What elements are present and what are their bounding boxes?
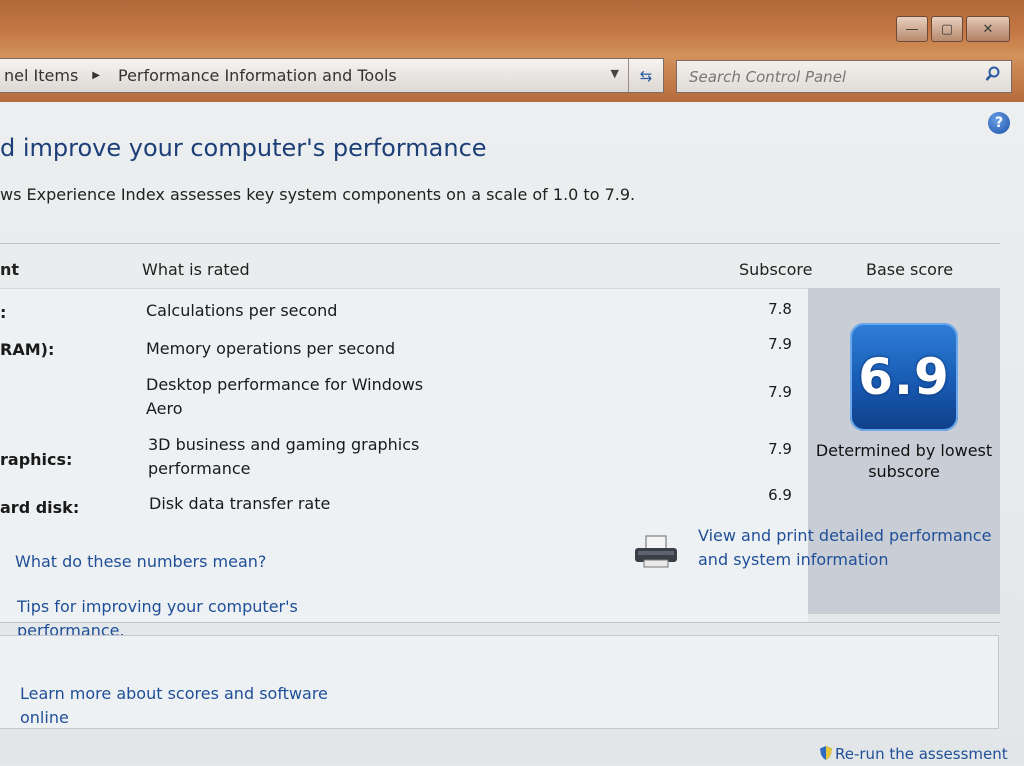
row-component-processor: : xyxy=(0,303,7,322)
address-bar[interactable]: nel Items ▶ Performance Information and … xyxy=(0,58,664,93)
window-frame: — ▢ ✕ nel Items ▶ Performance Informatio… xyxy=(0,0,1024,102)
search-icon[interactable] xyxy=(985,66,1001,86)
breadcrumb-separator-icon[interactable]: ▶ xyxy=(92,70,100,81)
window-controls: — ▢ ✕ xyxy=(896,16,1010,42)
row-what-hard-disk: Disk data transfer rate xyxy=(149,494,331,513)
rerun-assessment-label: Re-run the assessment xyxy=(835,745,1008,763)
search-placeholder: Search Control Panel xyxy=(689,67,847,86)
row-what-memory: Memory operations per second xyxy=(146,339,396,358)
row-what-processor: Calculations per second xyxy=(146,301,338,320)
what-numbers-mean-link[interactable]: What do these numbers mean? xyxy=(15,550,266,574)
help-icon[interactable]: ? xyxy=(988,112,1010,134)
refresh-button[interactable]: ⇆ xyxy=(628,59,663,92)
close-button[interactable]: ✕ xyxy=(966,16,1010,42)
row-what-gaming-graphics: 3D business and gaming graphics performa… xyxy=(148,435,420,478)
row-subscore-memory: 7.9 xyxy=(768,335,792,353)
printer-icon xyxy=(635,535,677,568)
content-pane: ? d improve your computer's performance … xyxy=(0,102,1024,765)
column-header-what-is-rated: What is rated xyxy=(142,260,250,279)
row-subscore-processor: 7.8 xyxy=(768,300,792,318)
column-header-component: nt xyxy=(0,260,20,279)
address-dropdown-icon[interactable]: ▼ xyxy=(611,67,619,80)
row-subscore-graphics: 7.9 xyxy=(768,383,792,401)
row-subscore-gaming-graphics: 7.9 xyxy=(768,440,792,458)
header-divider xyxy=(0,243,1000,244)
row-component-gaming-graphics: raphics: xyxy=(0,450,73,469)
row-component-hard-disk: ard disk: xyxy=(0,498,80,517)
view-print-details-link[interactable]: View and print detailed performance and … xyxy=(698,524,1008,572)
learn-more-link[interactable]: Learn more about scores and software onl… xyxy=(20,682,330,730)
row-what-graphics: Desktop performance for Windows Aero xyxy=(146,375,424,418)
shield-icon xyxy=(820,746,832,760)
page-title: d improve your computer's performance xyxy=(0,134,487,162)
base-score-caption: Determined by lowest subscore xyxy=(815,441,993,481)
rerun-assessment-link[interactable]: Re-run the assessment xyxy=(819,742,1008,766)
search-input[interactable]: Search Control Panel xyxy=(676,60,1012,93)
row-component-memory: RAM): xyxy=(0,340,55,359)
maximize-button[interactable]: ▢ xyxy=(931,16,963,42)
breadcrumb-control-panel-items[interactable]: nel Items xyxy=(0,66,78,85)
minimize-button[interactable]: — xyxy=(896,16,928,42)
page-subtitle: ws Experience Index assesses key system … xyxy=(0,185,636,204)
breadcrumb-performance-tools[interactable]: Performance Information and Tools xyxy=(114,66,397,85)
row-subscore-hard-disk: 6.9 xyxy=(768,486,792,504)
column-header-base-score: Base score xyxy=(866,260,954,279)
column-header-subscore: Subscore xyxy=(739,260,813,279)
base-score-badge: 6.9 xyxy=(850,323,958,431)
bottom-links-panel: Learn more about scores and software onl… xyxy=(0,635,999,729)
